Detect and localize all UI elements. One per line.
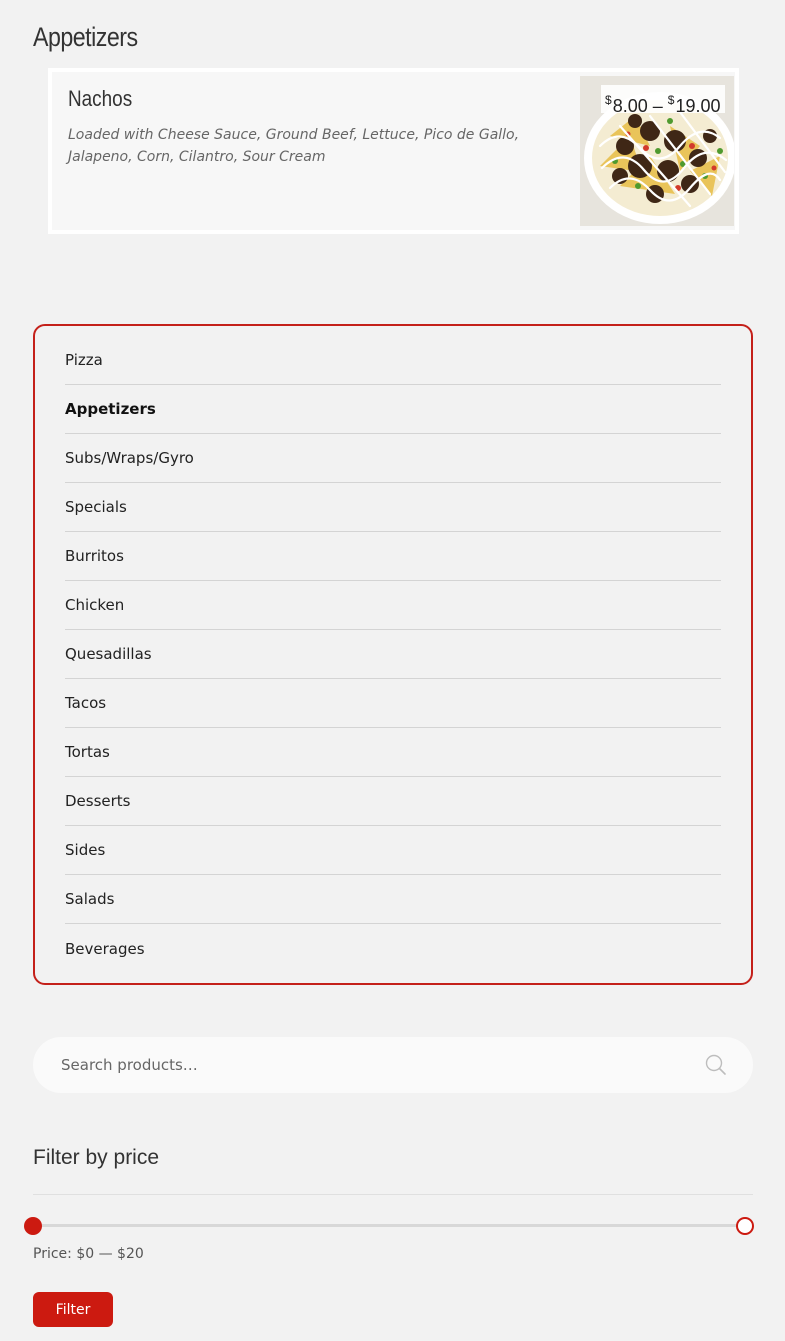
product-search-form [33,1037,753,1093]
category-list: Pizza Appetizers Subs/Wraps/Gyro Special… [33,324,753,985]
category-item-sides[interactable]: Sides [65,826,721,875]
category-item-burritos[interactable]: Burritos [65,532,721,581]
category-item-desserts[interactable]: Desserts [65,777,721,826]
category-item-chicken[interactable]: Chicken [65,581,721,630]
price-range-label: Price: $0 — $20 [33,1246,144,1262]
search-input[interactable] [33,1037,693,1093]
category-item-tortas[interactable]: Tortas [65,728,721,777]
price-slider-min-handle[interactable] [24,1217,42,1235]
product-card-inner: Nachos Loaded with Cheese Sauce, Ground … [52,72,735,230]
product-description: Loaded with Cheese Sauce, Ground Beef, L… [68,127,520,165]
filter-button[interactable]: Filter [33,1292,113,1327]
product-card[interactable]: Nachos Loaded with Cheese Sauce, Ground … [48,68,739,234]
category-item-tacos[interactable]: Tacos [65,679,721,728]
price-max: 19.00 [675,96,721,116]
section-title: Appetizers [33,22,138,52]
price-currency-min: $ [605,93,612,107]
price-currency-max: $ [667,93,675,107]
search-button[interactable] [703,1052,729,1078]
category-item-subs-wraps-gyro[interactable]: Subs/Wraps/Gyro [65,434,721,483]
category-item-quesadillas[interactable]: Quesadillas [65,630,721,679]
product-name[interactable]: Nachos [68,86,132,112]
search-icon [705,1054,726,1075]
category-item-pizza[interactable]: Pizza [65,326,721,385]
price-badge: $8.00 – $19.00 [601,85,725,116]
category-item-appetizers[interactable]: Appetizers [65,385,721,434]
price-min: 8.00 [612,96,648,116]
price-separator: – [652,96,663,116]
category-item-beverages[interactable]: Beverages [65,924,721,973]
price-slider-track[interactable] [33,1224,745,1227]
filter-divider [33,1194,753,1195]
category-item-salads[interactable]: Salads [65,875,721,924]
category-item-specials[interactable]: Specials [65,483,721,532]
filter-by-price-title: Filter by price [33,1146,160,1169]
price-slider-max-handle[interactable] [736,1217,754,1235]
price-slider-range [33,1224,745,1227]
